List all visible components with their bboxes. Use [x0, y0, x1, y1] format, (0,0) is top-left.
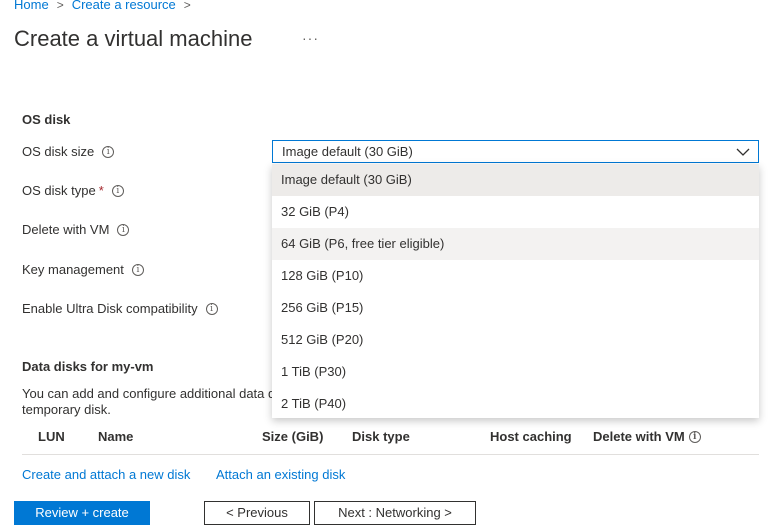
info-icon[interactable]: i	[688, 430, 701, 443]
data-disks-heading: Data disks for my-vm	[22, 359, 154, 374]
column-header-delete-with-vm: Delete with VM i	[593, 429, 701, 444]
data-disks-description-line: You can add and configure additional dat…	[22, 386, 276, 401]
os-disk-size-dropdown[interactable]: Image default (30 GiB)	[272, 140, 759, 163]
os-disk-size-options-list: Image default (30 GiB) 32 GiB (P4) 64 Gi…	[272, 164, 759, 418]
os-disk-type-label-text: OS disk type	[22, 183, 96, 198]
key-management-label: Key management i	[22, 262, 144, 277]
dropdown-option[interactable]: 32 GiB (P4)	[272, 196, 759, 228]
column-header-size: Size (GiB)	[262, 429, 324, 444]
page-title: Create a virtual machine	[14, 26, 253, 51]
info-icon[interactable]: i	[102, 145, 115, 158]
dropdown-option[interactable]: Image default (30 GiB)	[272, 164, 759, 196]
os-disk-size-selected-value: Image default (30 GiB)	[282, 144, 413, 159]
next-networking-button[interactable]: Next : Networking >	[314, 501, 476, 525]
os-disk-heading: OS disk	[22, 112, 71, 127]
os-disk-size-label: OS disk size i	[22, 144, 115, 159]
dropdown-option[interactable]: 256 GiB (P15)	[272, 292, 759, 324]
dropdown-option[interactable]: 64 GiB (P6, free tier eligible)	[272, 228, 759, 260]
os-disk-size-label-text: OS disk size	[22, 144, 95, 159]
required-marker: *	[98, 183, 104, 198]
info-icon[interactable]: i	[131, 263, 144, 276]
delete-with-vm-label: Delete with VM i	[22, 222, 130, 237]
breadcrumb-create-resource[interactable]: Create a resource	[72, 0, 176, 12]
breadcrumb-home[interactable]: Home	[14, 0, 49, 12]
table-divider	[22, 454, 759, 455]
os-disk-type-label: OS disk type * i	[22, 183, 124, 198]
chevron-down-icon	[736, 148, 750, 156]
dropdown-option[interactable]: 1 TiB (P30)	[272, 356, 759, 388]
breadcrumb: Home > Create a resource >	[14, 0, 199, 12]
key-management-label-text: Key management	[22, 262, 124, 277]
column-header-host-caching: Host caching	[490, 429, 572, 444]
dropdown-option[interactable]: 512 GiB (P20)	[272, 324, 759, 356]
ultra-disk-label: Enable Ultra Disk compatibility i	[22, 301, 218, 316]
column-header-delete-with-vm-text: Delete with VM	[593, 429, 685, 444]
breadcrumb-separator: >	[56, 0, 64, 12]
dropdown-option[interactable]: 2 TiB (P40)	[272, 388, 759, 420]
column-header-lun: LUN	[38, 429, 65, 444]
info-icon[interactable]: i	[117, 223, 130, 236]
ultra-disk-label-text: Enable Ultra Disk compatibility	[22, 301, 198, 316]
create-attach-new-disk-link[interactable]: Create and attach a new disk	[22, 467, 190, 482]
data-disks-description: You can add and configure additional dat…	[22, 386, 276, 418]
delete-with-vm-label-text: Delete with VM	[22, 222, 110, 237]
breadcrumb-separator: >	[183, 0, 191, 12]
attach-existing-disk-link[interactable]: Attach an existing disk	[216, 467, 345, 482]
previous-button[interactable]: < Previous	[204, 501, 310, 525]
column-header-disk-type: Disk type	[352, 429, 410, 444]
more-options-button[interactable]: ···	[302, 30, 319, 46]
data-disks-description-line: temporary disk.	[22, 402, 111, 417]
review-create-button[interactable]: Review + create	[14, 501, 150, 525]
dropdown-option[interactable]: 128 GiB (P10)	[272, 260, 759, 292]
info-icon[interactable]: i	[205, 302, 218, 315]
column-header-name: Name	[98, 429, 134, 444]
info-icon[interactable]: i	[111, 184, 124, 197]
